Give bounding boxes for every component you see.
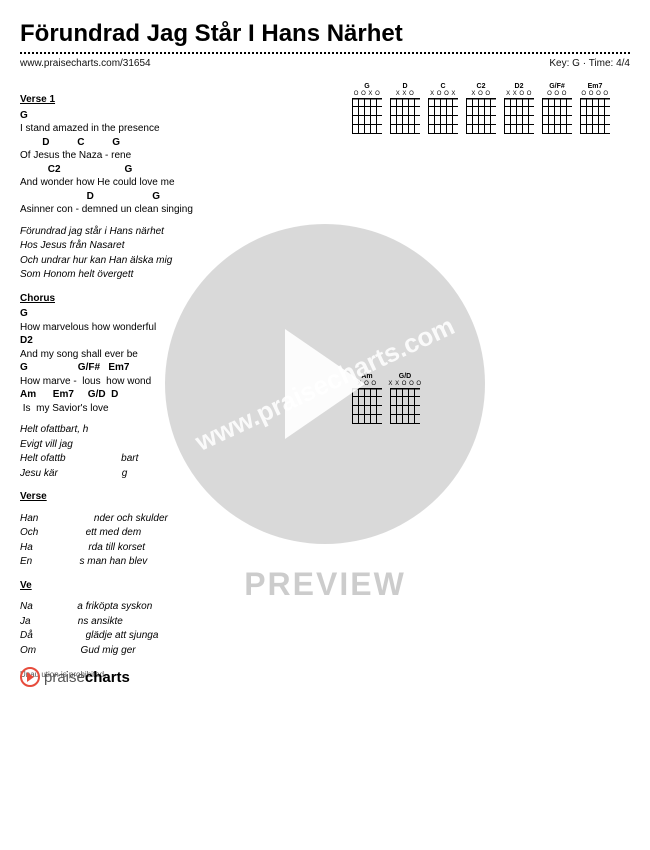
chord-name: Am	[350, 373, 384, 380]
translation-block: Förundrad jag står i Hans närhetHos Jesu…	[20, 225, 330, 282]
key-time: Key: G · Time: 4/4	[549, 58, 630, 69]
chord-fingers: O O O O	[578, 91, 612, 97]
key-label: Key: G	[549, 58, 580, 69]
chord-grid	[466, 98, 496, 134]
lyric-line: Of Jesus the Naza - rene	[20, 149, 330, 163]
section-title: Chorus	[20, 292, 330, 306]
translation-line: Hos Jesus från Nasaret	[20, 239, 330, 253]
chord-fingers: X O O	[350, 381, 384, 387]
brand-play-icon	[20, 667, 40, 687]
chord-grid	[542, 98, 572, 134]
chord-name: C	[426, 83, 460, 90]
chord-line: G	[20, 109, 330, 123]
brand-text: praisecharts	[44, 669, 130, 686]
chord-name: G	[350, 83, 384, 90]
chord-name: C2	[464, 83, 498, 90]
lyric-line: Is my Savior's love	[20, 402, 330, 416]
brand-suffix: charts	[85, 669, 130, 686]
translation-line: Han nder och skulder	[20, 512, 330, 526]
translation-line: Evigt vill jag	[20, 438, 330, 452]
chord-fingers: O O X O	[350, 91, 384, 97]
lyric-line: Asinner con - demned un clean singing	[20, 203, 330, 217]
chord-line: D G	[20, 190, 330, 204]
chord-grid	[352, 98, 382, 134]
chord-grid	[504, 98, 534, 134]
translation-line: Då glädje att sjunga	[20, 629, 330, 643]
chord-line: G G/F# Em7	[20, 361, 330, 375]
chord-diagram: DX X O	[388, 83, 422, 369]
song-title: Förundrad Jag Står I Hans Närhet	[20, 20, 630, 48]
section-title: Verse	[20, 490, 330, 504]
footer-brand: praisecharts	[20, 667, 130, 687]
chord-diagram: Em7O O O O	[578, 83, 612, 369]
chord-fingers: X X O	[388, 91, 422, 97]
translation-line: Ja ns ansikte	[20, 615, 330, 629]
chord-line: G	[20, 307, 330, 321]
meta-sep: ·	[580, 58, 589, 69]
chord-name: G/F#	[540, 83, 574, 90]
chord-fingers: X X O O	[502, 91, 536, 97]
translation-line: Ha rda till korset	[20, 541, 330, 555]
translation-line: Om Gud mig ger	[20, 644, 330, 658]
chord-line: Am Em7 G/D D	[20, 388, 330, 402]
chord-grid	[428, 98, 458, 134]
chord-line: C2 G	[20, 163, 330, 177]
translation-block: Helt ofattbart, hEvigt vill jagHelt ofat…	[20, 423, 330, 480]
time-label: Time: 4/4	[589, 58, 630, 69]
chord-name: Em7	[578, 83, 612, 90]
chord-diagram: AmX O O	[350, 373, 384, 659]
translation-line: Helt ofattbart, h	[20, 423, 330, 437]
lyric-line: How marve - lous how wond	[20, 375, 330, 389]
translation-line: Helt ofattb bart	[20, 452, 330, 466]
lyrics-column: Verse 1GI stand amazed in the presence D…	[20, 83, 330, 658]
lyric-line: And wonder how He could love me	[20, 176, 330, 190]
chord-grid	[390, 388, 420, 424]
chord-diagrams: GO O X ODX X OCX O O XC2X O OD2X X O OG/…	[350, 83, 630, 658]
translation-block: Han nder och skulderOch ett med demHa rd…	[20, 512, 330, 569]
source-url: www.praisecharts.com/31654	[20, 58, 151, 69]
chord-line: D C G	[20, 136, 330, 150]
chord-name: D	[388, 83, 422, 90]
translation-line: En s man han blev	[20, 555, 330, 569]
translation-line: Och ett med dem	[20, 526, 330, 540]
chord-name: G/D	[388, 373, 422, 380]
section-title: Ve	[20, 579, 330, 593]
divider	[20, 52, 630, 54]
translation-line: Förundrad jag står i Hans närhet	[20, 225, 330, 239]
chord-name: D2	[502, 83, 536, 90]
chord-fingers: X O O X	[426, 91, 460, 97]
translation-line: Jesu kär g	[20, 467, 330, 481]
lyric-line: And my song shall ever be	[20, 348, 330, 362]
chord-diagram: G/DX X O O O	[388, 373, 422, 659]
chord-fingers: O O O	[540, 91, 574, 97]
translation-line: Na a friköpta syskon	[20, 600, 330, 614]
chord-grid	[580, 98, 610, 134]
meta-row: www.praisecharts.com/31654 Key: G · Time…	[20, 58, 630, 69]
chord-diagram: GO O X O	[350, 83, 384, 369]
brand-prefix: praise	[44, 669, 85, 686]
chord-line: D2	[20, 334, 330, 348]
section-title: Verse 1	[20, 93, 330, 107]
chord-diagram: C2X O O	[464, 83, 498, 369]
chord-diagram: CX O O X	[426, 83, 460, 369]
lyric-line: How marvelous how wonderful	[20, 321, 330, 335]
chord-diagram: D2X X O O	[502, 83, 536, 369]
translation-line: Som Honom helt övergett	[20, 268, 330, 282]
chord-diagram: G/F#O O O	[540, 83, 574, 369]
lyric-line: I stand amazed in the presence	[20, 122, 330, 136]
translation-line: Och undrar hur kan Han älska mig	[20, 254, 330, 268]
translation-block: Na a friköpta syskonJa ns ansikteDå gläd…	[20, 600, 330, 657]
chord-grid	[352, 388, 382, 424]
chord-fingers: X X O O O	[388, 381, 422, 387]
chord-grid	[390, 98, 420, 134]
chord-fingers: X O O	[464, 91, 498, 97]
